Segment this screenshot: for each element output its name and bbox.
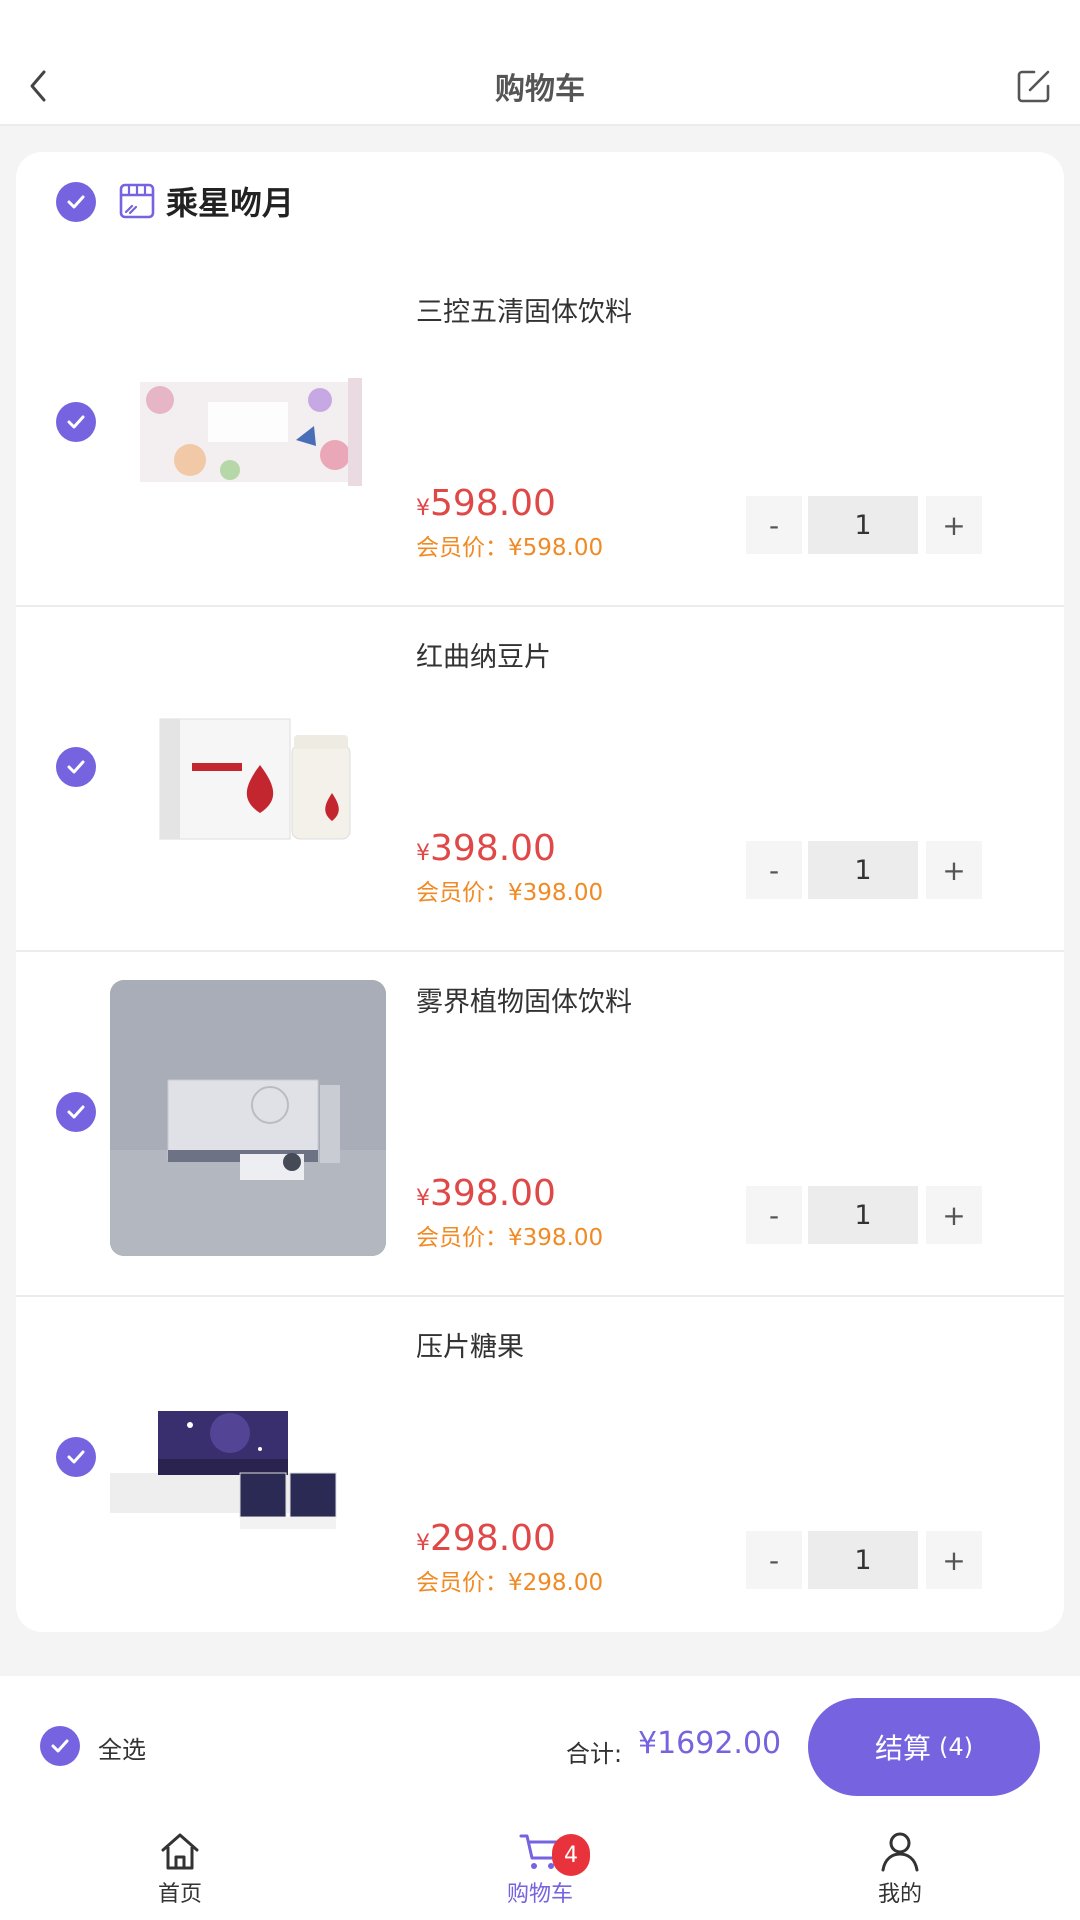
tab-profile-label: 我的 [877, 1882, 922, 1907]
tab-bar: 首页 购物车 4 我的 [0, 1820, 1080, 1920]
product-price: ¥598.00 [416, 483, 556, 524]
cart-item: 三控五清固体饮料 ¥598.00 会员价：¥598.00 - 1 + [16, 262, 1064, 607]
product-image[interactable] [110, 290, 386, 566]
member-price: 会员价：¥398.00 [416, 880, 604, 906]
item-checkbox[interactable] [56, 1437, 96, 1477]
product-name[interactable]: 压片糖果 [416, 1325, 524, 1364]
store-name[interactable]: 乘星吻月 [166, 178, 294, 224]
product-price: ¥398.00 [416, 1173, 556, 1214]
quantity-stepper: - 1 + [746, 841, 982, 899]
select-all-label[interactable]: 全选 [98, 1730, 146, 1765]
product-price: ¥298.00 [416, 1518, 556, 1559]
increase-button[interactable]: + [926, 1186, 982, 1244]
header-bar: 购物车 [0, 0, 1080, 126]
quantity-stepper: - 1 + [746, 496, 982, 554]
quantity-value[interactable]: 1 [808, 1186, 918, 1244]
product-name[interactable]: 雾界植物固体饮料 [416, 980, 632, 1019]
store-row: 乘星吻月 [16, 152, 1064, 262]
cart-item: 压片糖果 ¥298.00 会员价：¥298.00 - 1 + [16, 1297, 1064, 1632]
increase-button[interactable]: + [926, 841, 982, 899]
decrease-button[interactable]: - [746, 841, 802, 899]
quantity-value[interactable]: 1 [808, 841, 918, 899]
user-icon [881, 1832, 919, 1872]
checkout-button[interactable]: 结算 (4) [808, 1698, 1040, 1796]
decrease-button[interactable]: - [746, 1531, 802, 1589]
decrease-button[interactable]: - [746, 496, 802, 554]
quantity-stepper: - 1 + [746, 1186, 982, 1244]
store-checkbox[interactable] [56, 182, 96, 222]
tab-cart-label: 购物车 [506, 1882, 573, 1907]
product-price: ¥398.00 [416, 828, 556, 869]
tab-cart[interactable]: 购物车 4 [480, 1828, 600, 1920]
decrease-button[interactable]: - [746, 1186, 802, 1244]
product-image[interactable] [110, 1325, 386, 1601]
total-value: ¥1692.00 [638, 1726, 782, 1761]
store-icon [118, 182, 156, 220]
member-price: 会员价：¥298.00 [416, 1570, 604, 1596]
home-icon [161, 1833, 199, 1870]
increase-button[interactable]: + [926, 1531, 982, 1589]
cart-badge: 4 [552, 1834, 590, 1876]
checkout-button-count: (4) [939, 1733, 973, 1761]
member-price: 会员价：¥598.00 [416, 535, 604, 561]
item-checkbox[interactable] [56, 402, 96, 442]
select-all-checkbox[interactable] [40, 1726, 80, 1766]
member-price: 会员价：¥398.00 [416, 1225, 604, 1251]
cart-card: 乘星吻月 三控五清固体饮料 ¥598.00 会员价：¥598.00 - 1 + … [16, 152, 1064, 1632]
checkout-bar: 全选 合计: ¥1692.00 结算 (4) [0, 1676, 1080, 1820]
cart-item: 红曲纳豆片 ¥398.00 会员价：¥398.00 - 1 + [16, 607, 1064, 952]
product-name[interactable]: 红曲纳豆片 [416, 635, 551, 674]
checkout-button-label: 结算 [874, 1732, 931, 1765]
quantity-stepper: - 1 + [746, 1531, 982, 1589]
product-image[interactable] [110, 980, 386, 1256]
cart-item: 雾界植物固体饮料 ¥398.00 会员价：¥398.00 - 1 + [16, 952, 1064, 1297]
increase-button[interactable]: + [926, 496, 982, 554]
quantity-value[interactable]: 1 [808, 1531, 918, 1589]
product-image[interactable] [110, 635, 386, 911]
edit-icon[interactable] [1014, 66, 1054, 106]
quantity-value[interactable]: 1 [808, 496, 918, 554]
item-checkbox[interactable] [56, 1092, 96, 1132]
tab-home-label: 首页 [157, 1882, 202, 1907]
product-name[interactable]: 三控五清固体饮料 [416, 290, 632, 329]
page-title: 购物车 [495, 72, 585, 107]
total-label: 合计: [566, 1740, 623, 1768]
item-checkbox[interactable] [56, 747, 96, 787]
tab-home[interactable]: 首页 [120, 1828, 240, 1920]
tab-profile[interactable]: 我的 [840, 1828, 960, 1920]
